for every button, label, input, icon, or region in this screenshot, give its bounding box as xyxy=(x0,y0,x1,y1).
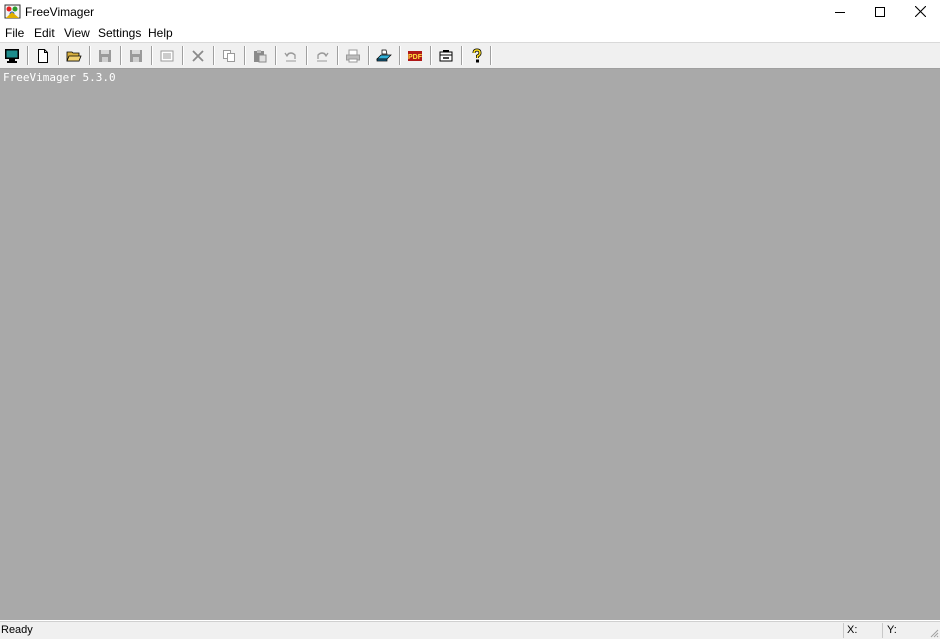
print-icon xyxy=(346,49,360,63)
toolbar-separator xyxy=(120,46,122,65)
x-coordinate-pane: X: xyxy=(843,623,880,638)
version-label: FreeVimager 5.3.0 xyxy=(3,71,116,84)
save-as-icon xyxy=(130,50,142,62)
capture-icon xyxy=(439,50,453,62)
help-icon xyxy=(472,48,482,63)
menu-settings[interactable]: Settings xyxy=(98,26,141,40)
toolbar-separator xyxy=(151,46,153,65)
menu-bar: File Edit View Settings Help xyxy=(0,23,940,43)
copy-icon xyxy=(223,50,235,62)
app-icon xyxy=(4,4,21,19)
status-text: Ready xyxy=(1,624,33,636)
toolbar-separator xyxy=(182,46,184,65)
save-as-button[interactable] xyxy=(124,45,148,67)
toolbar-separator xyxy=(430,46,432,65)
copy-button[interactable] xyxy=(217,45,241,67)
help-button[interactable] xyxy=(465,45,489,67)
resize-grip-icon[interactable] xyxy=(929,628,939,638)
pdf-icon-label: PDF xyxy=(408,54,423,61)
toolbar-separator xyxy=(306,46,308,65)
toolbar-separator xyxy=(337,46,339,65)
status-bar: Ready X: Y: xyxy=(0,621,940,639)
scan-button[interactable] xyxy=(372,45,396,67)
paste-icon xyxy=(254,50,267,63)
image-workspace[interactable]: FreeVimager 5.3.0 xyxy=(0,69,940,620)
save-button[interactable] xyxy=(93,45,117,67)
new-button[interactable] xyxy=(31,45,55,67)
toolbar-separator xyxy=(244,46,246,65)
menu-view[interactable]: View xyxy=(64,26,90,40)
redo-icon xyxy=(317,52,329,62)
toolbar-separator xyxy=(399,46,401,65)
delete-icon xyxy=(192,50,204,62)
menu-help[interactable]: Help xyxy=(148,26,173,40)
close-icon xyxy=(914,6,926,17)
y-coordinate-pane: Y: xyxy=(882,623,923,638)
redo-button[interactable] xyxy=(310,45,334,67)
minimize-icon xyxy=(835,11,845,13)
toolbar-separator xyxy=(461,46,463,65)
open-folder-icon xyxy=(66,51,82,62)
toolbar-separator xyxy=(490,46,492,65)
monitor-icon xyxy=(5,49,19,63)
toolbar-separator xyxy=(58,46,60,65)
open-button[interactable] xyxy=(62,45,86,67)
y-label: Y: xyxy=(887,624,897,636)
maximize-button[interactable] xyxy=(860,0,900,23)
close-button[interactable] xyxy=(900,0,940,23)
minimize-button[interactable] xyxy=(820,0,860,23)
toolbar-separator xyxy=(275,46,277,65)
toolbar-separator xyxy=(368,46,370,65)
window-title: FreeVimager xyxy=(25,5,95,19)
pdf-button[interactable]: PDF xyxy=(403,45,427,67)
save-icon xyxy=(99,50,111,62)
toolbar-separator xyxy=(89,46,91,65)
toolbar-separator xyxy=(213,46,215,65)
toolbar-separator xyxy=(27,46,29,65)
scan-icon xyxy=(376,49,392,62)
pdf-icon: PDF xyxy=(408,51,423,61)
x-label: X: xyxy=(847,624,858,636)
menu-edit[interactable]: Edit xyxy=(34,26,55,40)
menu-file[interactable]: File xyxy=(5,26,24,40)
toolbar: PDF xyxy=(0,43,940,69)
capture-button[interactable] xyxy=(434,45,458,67)
new-document-icon xyxy=(38,49,48,63)
page-icon xyxy=(160,50,174,62)
page-button[interactable] xyxy=(155,45,179,67)
title-bar[interactable]: FreeVimager xyxy=(0,0,940,23)
fullscreen-button[interactable] xyxy=(0,45,24,67)
delete-button[interactable] xyxy=(186,45,210,67)
undo-button[interactable] xyxy=(279,45,303,67)
undo-icon xyxy=(284,52,296,62)
paste-button[interactable] xyxy=(248,45,272,67)
print-button[interactable] xyxy=(341,45,365,67)
maximize-icon xyxy=(875,6,885,17)
